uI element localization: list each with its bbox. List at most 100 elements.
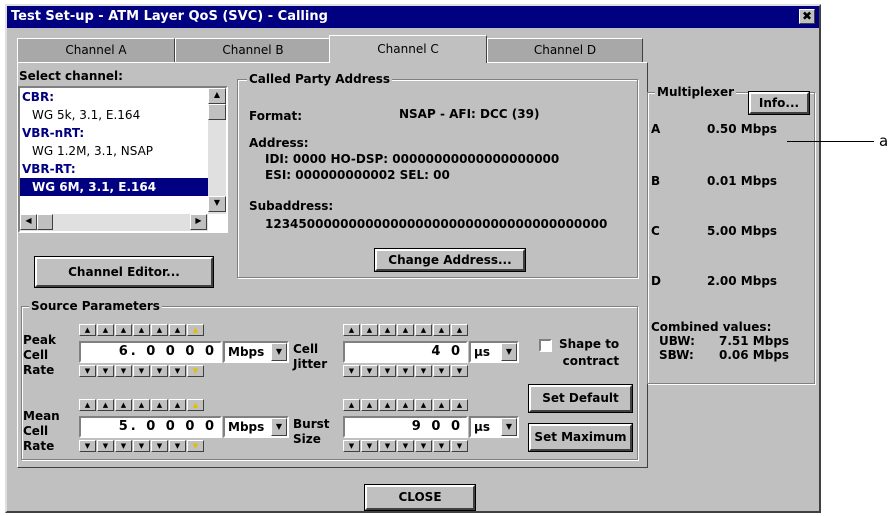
spin-up-icon[interactable]: ▲ (151, 324, 168, 336)
spin-down-icon[interactable]: ▼ (115, 440, 132, 452)
spin-up-icon[interactable]: ▲ (133, 399, 150, 411)
spin-up-icon[interactable]: ▲ (433, 399, 450, 411)
list-item[interactable]: VBR-RT: (20, 160, 208, 178)
spin-down-icon[interactable]: ▼ (379, 440, 396, 452)
spin-down-icon[interactable]: ▼ (415, 440, 432, 452)
spin-up-icon[interactable]: ▲ (187, 324, 204, 336)
title-bar[interactable]: Test Set-up - ATM Layer QoS (SVC) - Call… (7, 6, 819, 28)
mux-channel-c-name: C (651, 224, 660, 238)
set-default-button[interactable]: Set Default (528, 384, 633, 413)
dropdown-arrow-icon[interactable]: ▼ (271, 418, 287, 436)
spin-up-icon[interactable]: ▲ (169, 399, 186, 411)
tab-channel-a[interactable]: Channel A (17, 38, 175, 62)
close-window-icon[interactable]: ✖ (799, 9, 815, 24)
dropdown-arrow-icon[interactable]: ▼ (501, 343, 517, 361)
tab-channel-b[interactable]: Channel B (175, 38, 331, 62)
list-item-selected[interactable]: WG 6M, 3.1, E.164 (20, 178, 208, 196)
address-label: Address: (249, 136, 309, 150)
address-line-1: IDI: 0000 HO-DSP: 00000000000000000000 (265, 152, 560, 166)
spin-down-icon[interactable]: ▼ (133, 365, 150, 377)
spin-up-icon[interactable]: ▲ (79, 324, 96, 336)
spin-down-icon[interactable]: ▼ (379, 365, 396, 377)
dropdown-arrow-icon[interactable]: ▼ (271, 343, 287, 361)
spin-up-icon[interactable]: ▲ (343, 324, 360, 336)
spin-up-icon[interactable]: ▲ (97, 399, 114, 411)
spin-up-icon[interactable]: ▲ (415, 399, 432, 411)
scroll-thumb[interactable] (37, 214, 53, 230)
list-item[interactable]: CBR: (20, 88, 208, 106)
spin-up-icon[interactable]: ▲ (361, 399, 378, 411)
pcr-value-field[interactable]: 6. 0 0 0 0 (79, 341, 222, 363)
burst-size-unit-select[interactable]: µs ▼ (469, 416, 519, 438)
spin-down-icon[interactable]: ▼ (169, 365, 186, 377)
info-button[interactable]: Info... (748, 91, 810, 115)
spin-down-icon[interactable]: ▼ (169, 440, 186, 452)
spin-up-icon[interactable]: ▲ (151, 399, 168, 411)
spin-down-icon[interactable]: ▼ (151, 440, 168, 452)
set-maximum-button[interactable]: Set Maximum (528, 423, 633, 452)
spin-down-icon[interactable]: ▼ (343, 365, 360, 377)
spin-up-icon[interactable]: ▲ (451, 324, 468, 336)
spin-down-icon[interactable]: ▼ (97, 440, 114, 452)
channel-editor-button[interactable]: Channel Editor... (34, 256, 214, 288)
spin-down-icon[interactable]: ▼ (451, 365, 468, 377)
horizontal-scrollbar[interactable]: ◀ ▶ (20, 214, 208, 231)
channel-listbox[interactable]: CBR: WG 5k, 3.1, E.164 VBR-nRT: WG 1.2M,… (18, 86, 228, 233)
mcr-unit-select[interactable]: Mbps ▼ (223, 416, 289, 438)
mcr-value-field[interactable]: 5. 0 0 0 0 (79, 416, 222, 438)
list-item[interactable]: WG 5k, 3.1, E.164 (20, 106, 208, 124)
spin-down-icon[interactable]: ▼ (361, 440, 378, 452)
spin-down-icon[interactable]: ▼ (451, 440, 468, 452)
tab-channel-d[interactable]: Channel D (487, 38, 643, 62)
spin-up-icon[interactable]: ▲ (97, 324, 114, 336)
spin-up-icon[interactable]: ▲ (451, 399, 468, 411)
cell-jitter-unit-select[interactable]: µs ▼ (469, 341, 519, 363)
spin-up-icon[interactable]: ▲ (187, 399, 204, 411)
spin-up-icon[interactable]: ▲ (379, 324, 396, 336)
cell-jitter-field[interactable]: 4 0 (343, 341, 468, 363)
scroll-left-icon[interactable]: ◀ (20, 214, 37, 230)
spin-up-icon[interactable]: ▲ (379, 399, 396, 411)
scroll-down-icon[interactable]: ▼ (208, 196, 226, 212)
spin-down-icon[interactable]: ▼ (343, 440, 360, 452)
spin-down-icon[interactable]: ▼ (133, 440, 150, 452)
scroll-up-icon[interactable]: ▲ (208, 88, 226, 104)
spin-up-icon[interactable]: ▲ (397, 324, 414, 336)
ubw-value: 7.51 Mbps (719, 334, 790, 348)
spin-down-icon[interactable]: ▼ (361, 365, 378, 377)
spin-up-icon[interactable]: ▲ (133, 324, 150, 336)
list-item[interactable]: WG 1.2M, 3.1, NSAP (20, 142, 208, 160)
burst-size-field[interactable]: 9 0 0 (343, 416, 468, 438)
pcr-unit-select[interactable]: Mbps ▼ (223, 341, 289, 363)
tab-channel-c[interactable]: Channel C (329, 35, 487, 63)
spin-down-icon[interactable]: ▼ (97, 365, 114, 377)
spin-up-icon[interactable]: ▲ (433, 324, 450, 336)
close-button[interactable]: CLOSE (364, 484, 476, 511)
scroll-right-icon[interactable]: ▶ (190, 214, 207, 230)
spin-down-icon[interactable]: ▼ (433, 440, 450, 452)
scroll-thumb[interactable] (208, 104, 226, 120)
spin-up-icon[interactable]: ▲ (79, 399, 96, 411)
spin-down-icon[interactable]: ▼ (79, 365, 96, 377)
spin-up-icon[interactable]: ▲ (169, 324, 186, 336)
spin-down-icon[interactable]: ▼ (151, 365, 168, 377)
list-item[interactable]: VBR-nRT: (20, 124, 208, 142)
shape-to-contract-checkbox[interactable] (539, 339, 552, 352)
spin-down-icon[interactable]: ▼ (115, 365, 132, 377)
spin-down-icon[interactable]: ▼ (397, 440, 414, 452)
spin-up-icon[interactable]: ▲ (343, 399, 360, 411)
spin-down-icon[interactable]: ▼ (397, 365, 414, 377)
change-address-button[interactable]: Change Address... (374, 248, 526, 272)
spin-down-icon[interactable]: ▼ (79, 440, 96, 452)
spin-down-icon[interactable]: ▼ (433, 365, 450, 377)
spin-up-icon[interactable]: ▲ (115, 399, 132, 411)
spin-up-icon[interactable]: ▲ (415, 324, 432, 336)
spin-up-icon[interactable]: ▲ (361, 324, 378, 336)
spin-up-icon[interactable]: ▲ (397, 399, 414, 411)
dropdown-arrow-icon[interactable]: ▼ (501, 418, 517, 436)
vertical-scrollbar[interactable]: ▲ ▼ (208, 88, 226, 214)
spin-down-icon[interactable]: ▼ (415, 365, 432, 377)
spin-down-icon[interactable]: ▼ (187, 440, 204, 452)
spin-up-icon[interactable]: ▲ (115, 324, 132, 336)
spin-down-icon[interactable]: ▼ (187, 365, 204, 377)
